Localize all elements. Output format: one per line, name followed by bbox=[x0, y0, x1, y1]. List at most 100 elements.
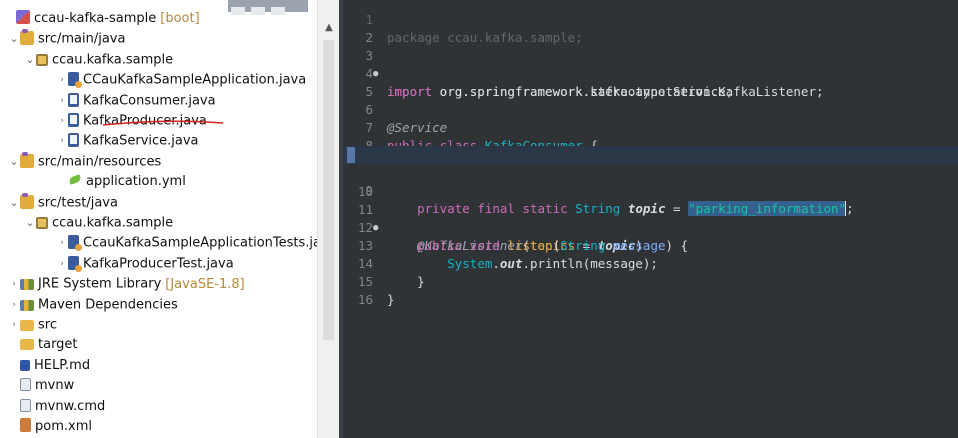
tree-item-label: ccau.kafka.sample bbox=[52, 52, 174, 68]
spring-yml-icon bbox=[68, 173, 82, 187]
tree-item[interactable]: ⌄ src/main/resources bbox=[0, 151, 162, 172]
java-file-icon bbox=[68, 92, 79, 107]
tree-item[interactable]: › JRE System Library [JavaSE-1.8] bbox=[0, 274, 245, 294]
code-line-13[interactable]: 13 System.out.println(message); bbox=[343, 219, 958, 271]
code-line-2[interactable]: 2 bbox=[343, 11, 958, 45]
tree-item-label: KafkaConsumer.java bbox=[83, 93, 216, 109]
code-line-5[interactable]: 5 bbox=[343, 65, 958, 99]
xml-file-icon bbox=[20, 418, 31, 432]
collapsed-arrow-icon[interactable]: › bbox=[8, 295, 20, 315]
collapsed-arrow-icon[interactable]: › bbox=[8, 274, 20, 294]
tree-item[interactable]: ⌄ src/test/java bbox=[0, 192, 118, 213]
code-line-14[interactable]: 14 } bbox=[343, 237, 958, 289]
collapsed-arrow-icon[interactable]: › bbox=[56, 70, 68, 90]
tree-item[interactable]: target bbox=[0, 335, 78, 355]
tree-item[interactable]: application.yml bbox=[0, 172, 186, 192]
collapsed-arrow-icon[interactable]: › bbox=[56, 254, 68, 274]
tree-item[interactable]: pom.xml bbox=[0, 417, 92, 437]
tree-item-label: ccau.kafka.sample bbox=[52, 215, 174, 231]
java-app-file-icon bbox=[68, 255, 82, 272]
tree-item[interactable]: › src bbox=[0, 315, 57, 335]
java-editor[interactable]: 1 package ccau.kafka.sample; 2 3 ● impor… bbox=[343, 0, 958, 438]
tree-item-label: application.yml bbox=[86, 174, 186, 189]
library-icon bbox=[20, 278, 34, 290]
code-line-9-current[interactable]: 9 private final static String topic = "p… bbox=[343, 146, 958, 216]
code-line-4[interactable]: 4 import org.springframework.stereotype.… bbox=[343, 47, 958, 99]
code-line-1[interactable]: 1 package ccau.kafka.sample; bbox=[343, 0, 958, 45]
tree-item-label: CcauKafkaSampleApplicationTests.ja bbox=[83, 235, 317, 251]
java-file-icon bbox=[68, 132, 79, 147]
package-icon bbox=[36, 216, 48, 229]
folder-icon bbox=[20, 319, 34, 331]
tree-item-decoration: [JavaSE-1.8] bbox=[165, 276, 245, 292]
tree-item-label: JRE System Library bbox=[38, 276, 162, 292]
code-line-10[interactable]: 10 bbox=[343, 165, 958, 199]
scroll-up-icon[interactable]: ▲ bbox=[318, 20, 340, 36]
tree-item[interactable]: HELP.md bbox=[0, 356, 90, 376]
collapsed-arrow-icon[interactable]: › bbox=[56, 111, 68, 131]
tree-item-label: src/main/resources bbox=[38, 154, 162, 170]
expanded-arrow-icon[interactable]: ⌄ bbox=[8, 152, 20, 172]
tree-item-label: target bbox=[38, 337, 78, 352]
code-line-16[interactable]: 16 bbox=[343, 273, 958, 307]
link-editor-icon[interactable] bbox=[251, 7, 265, 15]
project-icon bbox=[16, 10, 30, 24]
tree-item-label: CCauKafkaSampleApplication.java bbox=[83, 72, 307, 88]
collapsed-arrow-icon[interactable]: › bbox=[56, 131, 68, 151]
file-icon bbox=[20, 399, 31, 412]
library-icon bbox=[20, 299, 34, 311]
java-file-icon bbox=[68, 112, 79, 127]
file-icon bbox=[20, 378, 31, 391]
code-line-6[interactable]: 6 @Service bbox=[343, 83, 958, 135]
tree-item[interactable]: › CCauKafkaSampleApplication.java bbox=[0, 70, 306, 90]
tree-item[interactable]: › KafkaConsumer.java bbox=[0, 91, 216, 111]
code-line-11[interactable]: 11 ● @KafkaListener(topics = topic) bbox=[343, 183, 958, 253]
tree-item-label: KafkaProducerTest.java bbox=[83, 256, 234, 272]
tree-item[interactable]: › KafkaProducerTest.java bbox=[0, 254, 234, 274]
scrollbar-thumb[interactable] bbox=[323, 40, 334, 340]
tree-item-decoration: [boot] bbox=[160, 11, 200, 26]
tree-item[interactable]: ⌄ ccau.kafka.sample bbox=[0, 213, 173, 233]
code-line-7[interactable]: 7 public class KafkaConsumer { bbox=[343, 101, 958, 153]
expanded-arrow-icon[interactable]: ⌄ bbox=[24, 50, 36, 70]
expanded-arrow-icon[interactable]: ⌄ bbox=[8, 29, 20, 49]
code-line-12[interactable]: 12 public void listen(String message) { bbox=[343, 201, 958, 253]
explorer-toolbar bbox=[228, 0, 308, 15]
tree-item-label: KafkaService.java bbox=[83, 133, 199, 149]
java-app-file-icon bbox=[68, 234, 82, 251]
code-line-8[interactable]: 8 bbox=[343, 119, 958, 153]
folder-icon bbox=[20, 339, 34, 350]
package-explorer: ccau-kafka-sample [boot] ⌄ src/main/java ⌄ cc… bbox=[0, 0, 317, 438]
tree-item[interactable]: mvnw bbox=[0, 376, 74, 396]
tree-item-label: mvnw bbox=[35, 378, 75, 393]
source-folder-icon bbox=[20, 151, 34, 168]
red-underline-annotation bbox=[102, 120, 224, 126]
tree-item-label: HELP.md bbox=[34, 358, 91, 373]
collapsed-arrow-icon[interactable]: › bbox=[8, 315, 20, 335]
markdown-file-icon bbox=[20, 360, 30, 371]
explorer-scrollbar[interactable]: ▲ bbox=[317, 0, 340, 438]
source-folder-icon bbox=[20, 28, 34, 45]
view-menu-icon[interactable] bbox=[271, 7, 285, 15]
brace: } bbox=[387, 292, 395, 307]
tree-item[interactable]: ccau-kafka-sample [boot] bbox=[0, 9, 200, 29]
tree-item-label: src bbox=[38, 317, 57, 333]
collapsed-arrow-icon[interactable]: › bbox=[56, 233, 68, 253]
tree-item[interactable]: ⌄ ccau.kafka.sample bbox=[0, 50, 173, 70]
tree-item-label: mvnw.cmd bbox=[35, 399, 106, 414]
occurrence-marker bbox=[347, 147, 355, 163]
collapse-all-icon[interactable] bbox=[231, 7, 245, 15]
code-line-15[interactable]: 15 } bbox=[343, 255, 958, 307]
collapsed-arrow-icon[interactable]: › bbox=[56, 91, 68, 111]
tree-item[interactable]: › CcauKafkaSampleApplicationTests.ja bbox=[0, 233, 317, 253]
line-number: 16 bbox=[357, 292, 373, 307]
expanded-arrow-icon[interactable]: ⌄ bbox=[8, 193, 20, 213]
tree-item[interactable]: mvnw.cmd bbox=[0, 397, 105, 417]
code-line-3[interactable]: 3 ● import org.springframework.kafka.ann… bbox=[343, 29, 958, 99]
tree-item[interactable]: › Maven Dependencies bbox=[0, 295, 178, 315]
tree-item-label: src/main/java bbox=[38, 31, 126, 47]
tree-item[interactable]: ⌄ src/main/java bbox=[0, 28, 126, 49]
tree-item[interactable]: › KafkaService.java bbox=[0, 131, 199, 151]
tree-item-label: src/test/java bbox=[38, 195, 118, 211]
expanded-arrow-icon[interactable]: ⌄ bbox=[24, 213, 36, 233]
